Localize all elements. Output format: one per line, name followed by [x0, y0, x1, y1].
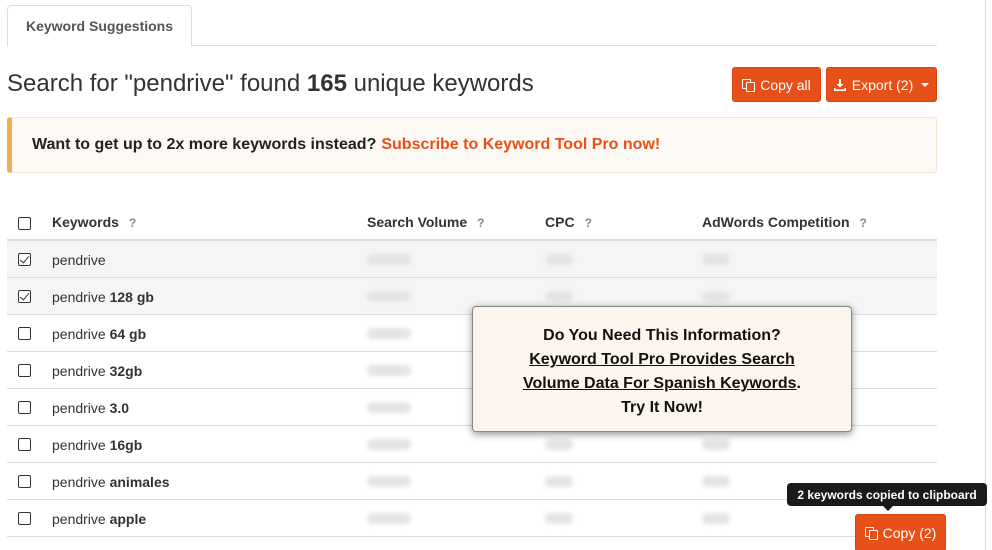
cpc-blurred	[545, 476, 573, 487]
copy-icon	[864, 527, 878, 540]
keyword-base: pendrive	[52, 400, 110, 416]
column-header-search-volume[interactable]: Search Volume?	[367, 214, 484, 230]
upgrade-alert: Want to get up to 2x more keywords inste…	[7, 117, 937, 173]
clipboard-tooltip: 2 keywords copied to clipboard	[787, 483, 987, 511]
search-volume-blurred	[367, 476, 411, 487]
row-checkbox[interactable]	[18, 512, 31, 525]
upsell-popup: Do You Need This Information? Keyword To…	[472, 306, 852, 432]
copy-selected-button[interactable]: Copy (2)	[855, 514, 946, 550]
row-checkbox[interactable]	[18, 327, 31, 340]
keyword-base: pendrive	[52, 511, 110, 527]
column-label: AdWords Competition	[702, 214, 850, 230]
help-icon[interactable]: ?	[860, 216, 867, 230]
search-volume-blurred	[367, 328, 411, 339]
column-label: CPC	[545, 214, 575, 230]
help-icon[interactable]: ?	[129, 216, 136, 230]
popup-question: Do You Need This Information?	[543, 327, 781, 344]
keyword-cell: pendrive	[52, 252, 106, 268]
select-all-checkbox[interactable]	[18, 217, 31, 230]
row-checkbox[interactable]	[18, 364, 31, 377]
help-icon[interactable]: ?	[585, 216, 592, 230]
tab-keyword-suggestions[interactable]: Keyword Suggestions	[7, 5, 192, 47]
tab-bar: Keyword Suggestions	[7, 0, 937, 47]
tooltip-text: 2 keywords copied to clipboard	[797, 487, 977, 502]
keyword-suffix: 128 gb	[109, 289, 154, 305]
competition-blurred	[702, 439, 730, 450]
copy-all-button[interactable]: Copy all	[732, 67, 821, 102]
competition-blurred	[702, 513, 730, 524]
keyword-base: pendrive	[52, 474, 110, 490]
search-volume-blurred	[367, 513, 411, 524]
keyword-suffix: 3.0	[109, 400, 130, 416]
column-label: Search Volume	[367, 214, 468, 230]
column-label: Keywords	[52, 214, 119, 230]
row-checkbox[interactable]	[18, 475, 31, 488]
search-volume-blurred	[367, 254, 411, 265]
popup-link-line-2[interactable]: Volume Data For Spanish Keywords	[523, 375, 797, 392]
row-checkbox[interactable]	[18, 290, 31, 303]
column-header-keywords[interactable]: Keywords?	[52, 214, 136, 230]
copy-icon	[742, 78, 756, 92]
keyword-cell: pendrive 32gb	[52, 363, 142, 379]
column-header-cpc[interactable]: CPC?	[545, 214, 592, 230]
keyword-cell: pendrive 3.0	[52, 400, 129, 416]
keyword-base: pendrive	[52, 363, 110, 379]
row-checkbox[interactable]	[18, 438, 31, 451]
subscribe-link[interactable]: Subscribe to Keyword Tool Pro now!	[381, 136, 660, 154]
keyword-cell: pendrive apple	[52, 511, 146, 527]
page-title: Search for "pendrive" found 165 unique k…	[7, 70, 534, 98]
export-button[interactable]: Export (2)	[826, 67, 937, 102]
keyword-cell: pendrive 64 gb	[52, 326, 146, 342]
cpc-blurred	[545, 513, 573, 524]
competition-blurred	[702, 476, 730, 487]
cpc-blurred	[545, 439, 573, 450]
keyword-cell: pendrive 16gb	[52, 437, 142, 453]
cpc-blurred	[545, 291, 573, 302]
popup-link-line-1[interactable]: Keyword Tool Pro Provides Search	[529, 351, 795, 368]
column-header-competition[interactable]: AdWords Competition?	[702, 214, 867, 230]
keyword-suffix: 64 gb	[109, 326, 147, 342]
help-icon[interactable]: ?	[477, 216, 484, 230]
right-edge-divider	[985, 0, 986, 550]
table-header: Keywords? Search Volume? CPC? AdWords Co…	[7, 202, 937, 241]
cpc-blurred	[545, 254, 573, 265]
keyword-suffix: 16gb	[109, 437, 143, 453]
search-volume-blurred	[367, 365, 411, 376]
popup-period: .	[796, 375, 801, 392]
download-icon	[833, 78, 846, 91]
copy-all-label: Copy all	[760, 76, 811, 93]
keyword-count: 165	[306, 70, 347, 97]
chevron-down-icon	[921, 82, 930, 87]
keyword-cell: pendrive animales	[52, 474, 170, 490]
keyword-base: pendrive	[52, 437, 110, 453]
competition-blurred	[702, 254, 730, 265]
search-volume-blurred	[367, 402, 411, 413]
row-checkbox[interactable]	[18, 253, 31, 266]
keyword-cell: pendrive 128 gb	[52, 289, 154, 305]
row-checkbox[interactable]	[18, 401, 31, 414]
keyword-base: pendrive	[52, 326, 110, 342]
copy-selected-label: Copy (2)	[882, 525, 937, 541]
popup-cta[interactable]: Try It Now!	[473, 396, 851, 420]
title-prefix: Search for "pendrive" found	[7, 70, 307, 97]
search-volume-blurred	[367, 291, 411, 302]
table-row[interactable]: pendrive	[7, 241, 937, 278]
keyword-suffix: apple	[109, 511, 147, 527]
title-suffix: unique keywords	[346, 70, 534, 97]
competition-blurred	[702, 291, 730, 302]
keyword-base: pendrive	[52, 289, 110, 305]
keyword-base: pendrive	[52, 252, 106, 268]
alert-text: Want to get up to 2x more keywords inste…	[32, 136, 377, 153]
export-label: Export (2)	[851, 76, 914, 93]
search-volume-blurred	[367, 439, 411, 450]
keyword-suffix: 32gb	[109, 363, 143, 379]
keyword-suffix: animales	[109, 474, 170, 490]
